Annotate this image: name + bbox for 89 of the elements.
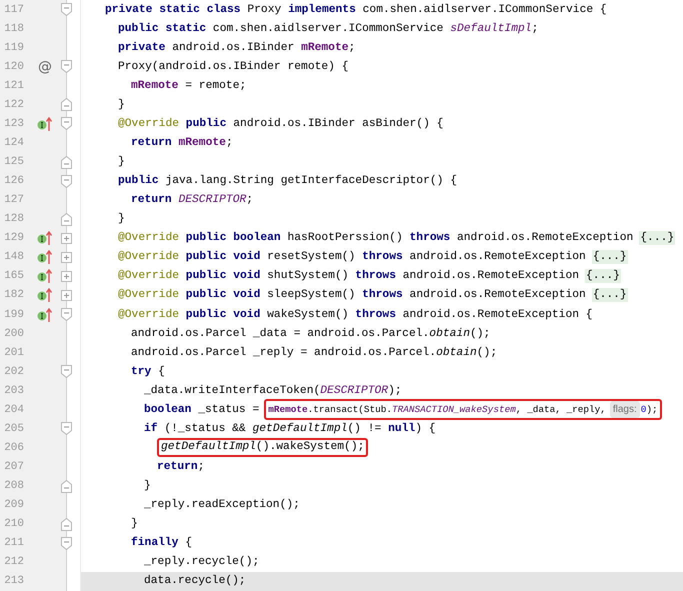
fold-icon[interactable] — [60, 174, 72, 188]
line-number: 129 — [3, 232, 25, 244]
code-text: @Override public void shutSystem() throws android.os.RemoteException — [118, 270, 580, 282]
code-text: mRemote.transact(Stub.TRANSACTION_wakeSystem, _data, _reply, — [268, 403, 606, 418]
line-number: 119 — [3, 42, 25, 54]
line-number: 199 — [3, 308, 25, 321]
code-text: return mRemote; — [131, 136, 233, 149]
expand-icon[interactable] — [60, 290, 72, 301]
code-text: private android.os.IBinder mRemote; — [118, 42, 356, 54]
line-number: 205 — [3, 422, 25, 435]
code-text: return DESCRIPTOR; — [131, 194, 254, 206]
line-number: 204 — [3, 404, 25, 416]
line-number: 210 — [3, 518, 25, 530]
code-text: } — [144, 480, 151, 492]
line-number: 209 — [3, 499, 25, 512]
line-number: 125 — [3, 156, 25, 168]
implements-arrow-icon[interactable] — [37, 231, 53, 246]
code-text: android.os.Parcel _data = android.os.Parcel.obtain(); — [131, 328, 490, 340]
line-number: 182 — [3, 289, 25, 302]
fold-icon[interactable] — [60, 117, 72, 130]
expand-icon[interactable] — [60, 270, 72, 282]
code-text: public java.lang.String getInterfaceDescriptor() { — [118, 175, 457, 188]
line-number: 118 — [3, 22, 25, 35]
folded-code[interactable]: {...} — [592, 250, 628, 264]
code-text: Proxy(android.os.IBinder remote) { — [118, 60, 348, 73]
code-text: @Override public void wakeSystem() throws android.os.RemoteException { — [118, 308, 593, 321]
code-text: try { — [131, 366, 165, 378]
line-number: 165 — [3, 270, 25, 282]
code-text: 0); — [640, 403, 658, 418]
code-text: public static com.shen.aidlserver.ICommonService sDefaultImpl; — [118, 22, 538, 35]
expand-icon[interactable] — [60, 252, 72, 263]
implements-arrow-icon[interactable] — [37, 116, 53, 131]
code-text: private static class Proxy implements com.shen.aidlserver.ICommonService { — [105, 4, 607, 16]
fold-icon[interactable] — [60, 536, 72, 550]
line-number: 127 — [3, 194, 25, 206]
line-number: 148 — [3, 251, 25, 264]
line-number: 201 — [3, 346, 25, 359]
fold-icon[interactable] — [60, 98, 72, 112]
folded-code[interactable]: {...} — [592, 288, 628, 302]
fold-icon[interactable] — [60, 308, 72, 322]
line-number: 203 — [3, 384, 25, 397]
code-text: mRemote = remote; — [131, 80, 246, 92]
line-number: 128 — [3, 213, 25, 226]
code-text: @Override public boolean hasRootPerssion() throws android.os.RemoteException — [118, 232, 634, 244]
parameter-hint: flags: — [610, 401, 640, 418]
fold-icon[interactable] — [60, 3, 72, 16]
line-number: 126 — [3, 175, 25, 188]
fold-icon[interactable] — [60, 60, 72, 74]
code-text: } — [118, 156, 125, 168]
code-text: getDefaultImpl().wakeSystem(); — [161, 440, 364, 456]
code-text: if (!_status && getDefaultImpl() != null) { — [144, 422, 436, 435]
code-text: _reply.readException(); — [144, 499, 300, 512]
line-number: 122 — [3, 98, 25, 111]
implements-arrow-icon[interactable] — [37, 269, 53, 284]
implements-arrow-icon[interactable] — [37, 288, 53, 302]
code-text: @Override public void sleepSystem() throws android.os.RemoteException — [118, 289, 586, 302]
line-number: 213 — [3, 575, 25, 588]
expand-icon[interactable] — [60, 232, 72, 244]
line-number: 207 — [3, 461, 25, 474]
line-number: 206 — [3, 442, 25, 454]
line-number: 200 — [3, 328, 25, 340]
code-text: boolean _status = — [144, 404, 260, 416]
code-text: android.os.Parcel _reply = android.os.Parcel.obtain(); — [131, 346, 498, 359]
line-number: 121 — [3, 80, 25, 92]
code-text: } — [131, 518, 138, 530]
code-text: @Override public android.os.IBinder asBinder() { — [118, 118, 444, 130]
code-text: _reply.recycle(); — [144, 556, 260, 568]
line-number: 211 — [3, 537, 25, 550]
code-text: return; — [157, 461, 204, 474]
code-text: } — [118, 213, 125, 226]
line-number: 123 — [3, 118, 25, 130]
line-number: 202 — [3, 366, 25, 378]
line-number: 124 — [3, 136, 25, 149]
line-number: 120 — [3, 60, 25, 73]
code-text: _data.writeInterfaceToken(DESCRIPTOR); — [144, 384, 402, 397]
code-text: finally { — [131, 537, 192, 550]
folded-code[interactable]: {...} — [639, 231, 676, 246]
line-number: 117 — [3, 4, 25, 16]
implements-arrow-icon[interactable] — [37, 308, 53, 322]
fold-icon[interactable] — [60, 422, 72, 436]
code-text: } — [118, 98, 125, 111]
code-text: data.recycle(); — [144, 575, 246, 588]
annotation-marker[interactable]: @ — [38, 60, 52, 74]
fold-icon[interactable] — [60, 365, 72, 378]
code-text: @Override public void resetSystem() throws android.os.RemoteException — [118, 251, 586, 264]
line-number: 208 — [3, 480, 25, 492]
folded-code[interactable]: {...} — [585, 269, 621, 284]
line-number: 212 — [3, 556, 25, 568]
implements-arrow-icon[interactable] — [37, 250, 53, 264]
